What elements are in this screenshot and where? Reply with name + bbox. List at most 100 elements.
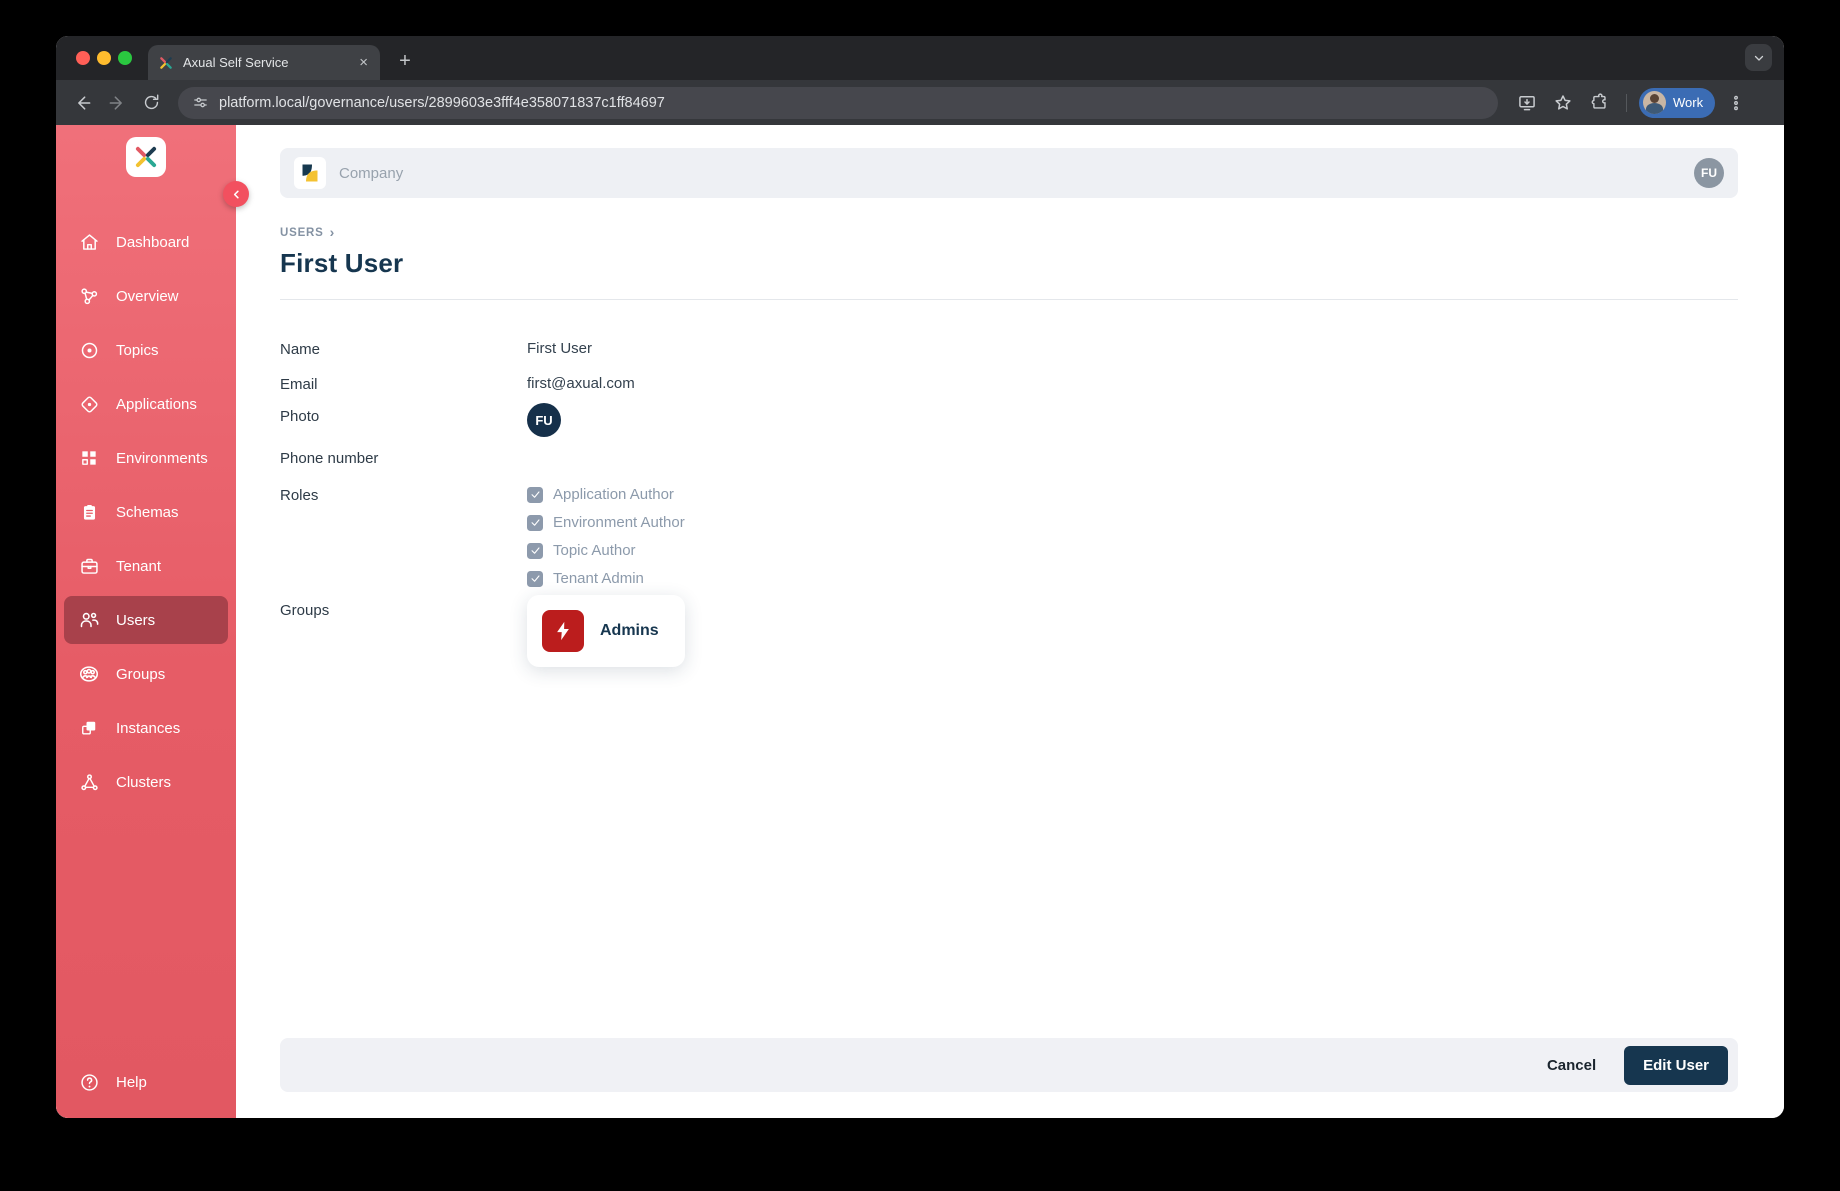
sidebar-item-label: Users [116, 611, 156, 629]
axual-logo-icon[interactable] [126, 137, 166, 177]
company-logo-icon [294, 157, 326, 189]
new-tab-button[interactable]: + [390, 46, 420, 76]
sidebar-item-instances[interactable]: Instances [64, 704, 228, 752]
sidebar-item-environments[interactable]: Environments [64, 434, 228, 482]
cancel-button[interactable]: Cancel [1529, 1047, 1614, 1084]
url-text: platform.local/governance/users/2899603e… [219, 94, 665, 111]
group-icon [78, 663, 100, 685]
forward-button[interactable] [102, 88, 132, 118]
role-option: Environment Author [527, 514, 685, 531]
role-option: Topic Author [527, 542, 685, 559]
sidebar-item-applications[interactable]: Applications [64, 380, 228, 428]
users-icon [78, 609, 100, 631]
site-settings-icon[interactable] [192, 94, 209, 111]
company-name: Company [339, 164, 404, 182]
record-icon [78, 339, 100, 361]
instances-icon [78, 717, 100, 739]
menu-kebab-icon[interactable] [1721, 88, 1751, 118]
field-label: Name [280, 341, 321, 358]
tab-close-icon[interactable]: × [357, 54, 370, 71]
back-button[interactable] [68, 88, 98, 118]
field-row-groups: Groups Admins [280, 595, 1738, 667]
roles-options: Application Author Environment Author Topi… [527, 486, 685, 587]
field-label: Roles [280, 487, 319, 504]
profile-avatar [1643, 91, 1666, 114]
role-option: Application Author [527, 486, 685, 503]
cluster-icon [78, 771, 100, 793]
profile-label: Work [1673, 95, 1704, 110]
zoom-window-button[interactable] [118, 51, 132, 65]
checkbox-checked-icon[interactable] [527, 514, 543, 531]
role-option-label: Environment Author [553, 514, 685, 531]
role-option-label: Tenant Admin [553, 570, 644, 587]
diamond-icon [78, 393, 100, 415]
field-label: Phone number [280, 450, 379, 467]
breadcrumb: USERS › [280, 224, 1738, 240]
group-name: Admins [600, 622, 659, 639]
breadcrumb-users-link[interactable]: USERS [280, 227, 324, 239]
profile-chip[interactable]: Work [1639, 87, 1716, 118]
checkbox-checked-icon[interactable] [527, 542, 543, 559]
clipboard-icon [78, 501, 100, 523]
sidebar-help-wrap: Help [56, 1058, 236, 1106]
toolbar-right: Work [1512, 87, 1751, 118]
group-card-admins[interactable]: Admins [527, 595, 685, 667]
title-divider [280, 299, 1738, 300]
close-window-button[interactable] [76, 51, 90, 65]
user-photo-avatar: FU [527, 403, 561, 437]
home-icon [78, 231, 100, 253]
sidebar-item-label: Applications [116, 395, 197, 413]
help-icon [78, 1071, 100, 1093]
sidebar: Dashboard Overview Topics Applications Envir… [56, 125, 249, 1118]
chevron-right-icon: › [329, 224, 335, 240]
bookmark-star-icon[interactable] [1548, 88, 1578, 118]
company-header-bar: Company FU [280, 148, 1738, 198]
checkbox-checked-icon[interactable] [527, 570, 543, 587]
window-controls [76, 51, 132, 65]
sidebar-item-label: Clusters [116, 773, 172, 791]
sidebar-item-label: Help [116, 1073, 147, 1091]
briefcase-icon [78, 555, 100, 577]
field-row-phone: Phone number [280, 449, 1738, 469]
install-icon[interactable] [1512, 88, 1542, 118]
sidebar-item-label: Dashboard [116, 233, 190, 251]
toolbar-divider [1626, 93, 1627, 112]
page-title: First User [280, 248, 404, 278]
role-option-label: Topic Author [553, 542, 636, 559]
tab-search-button[interactable] [1745, 44, 1772, 71]
sidebar-item-label: Schemas [116, 503, 179, 521]
browser-tab[interactable]: Axual Self Service × [148, 45, 380, 80]
sidebar-item-users[interactable]: Users [64, 596, 228, 644]
user-avatar-badge[interactable]: FU [1694, 158, 1724, 188]
sidebar-item-tenant[interactable]: Tenant [64, 542, 228, 590]
field-row-photo: Photo FU [280, 403, 1738, 437]
sidebar-item-label: Tenant [116, 557, 162, 575]
sidebar-item-dashboard[interactable]: Dashboard [64, 218, 228, 266]
sidebar-item-label: Environments [116, 449, 208, 467]
extensions-icon[interactable] [1584, 88, 1614, 118]
tab-strip: Axual Self Service × + [56, 36, 1784, 80]
sidebar-item-clusters[interactable]: Clusters [64, 758, 228, 806]
sidebar-item-topics[interactable]: Topics [64, 326, 228, 374]
role-option-label: Application Author [553, 486, 674, 503]
browser-toolbar: platform.local/governance/users/2899603e… [56, 80, 1784, 125]
app-root: Dashboard Overview Topics Applications Envir… [56, 125, 1784, 1118]
browser-window: Axual Self Service × + platform.local/go… [56, 36, 1784, 1118]
sidebar-item-groups[interactable]: Groups [64, 650, 228, 698]
edit-user-button[interactable]: Edit User [1624, 1045, 1728, 1085]
reload-button[interactable] [136, 88, 166, 118]
sidebar-item-help[interactable]: Help [64, 1058, 228, 1106]
role-option: Tenant Admin [527, 570, 685, 587]
address-bar[interactable]: platform.local/governance/users/2899603e… [178, 86, 1498, 119]
sidebar-item-label: Topics [116, 341, 159, 359]
minimize-window-button[interactable] [97, 51, 111, 65]
sidebar-item-schemas[interactable]: Schemas [64, 488, 228, 536]
lightning-icon [542, 610, 584, 652]
sidebar-item-label: Instances [116, 719, 181, 737]
field-label: Email [280, 376, 318, 393]
sidebar-item-label: Groups [116, 665, 166, 683]
checkbox-checked-icon[interactable] [527, 486, 543, 503]
user-detail-form: Name First User Email first@axual.com Ph… [280, 340, 1738, 667]
sidebar-item-overview[interactable]: Overview [64, 272, 228, 320]
action-bar: Cancel Edit User [280, 1038, 1738, 1092]
